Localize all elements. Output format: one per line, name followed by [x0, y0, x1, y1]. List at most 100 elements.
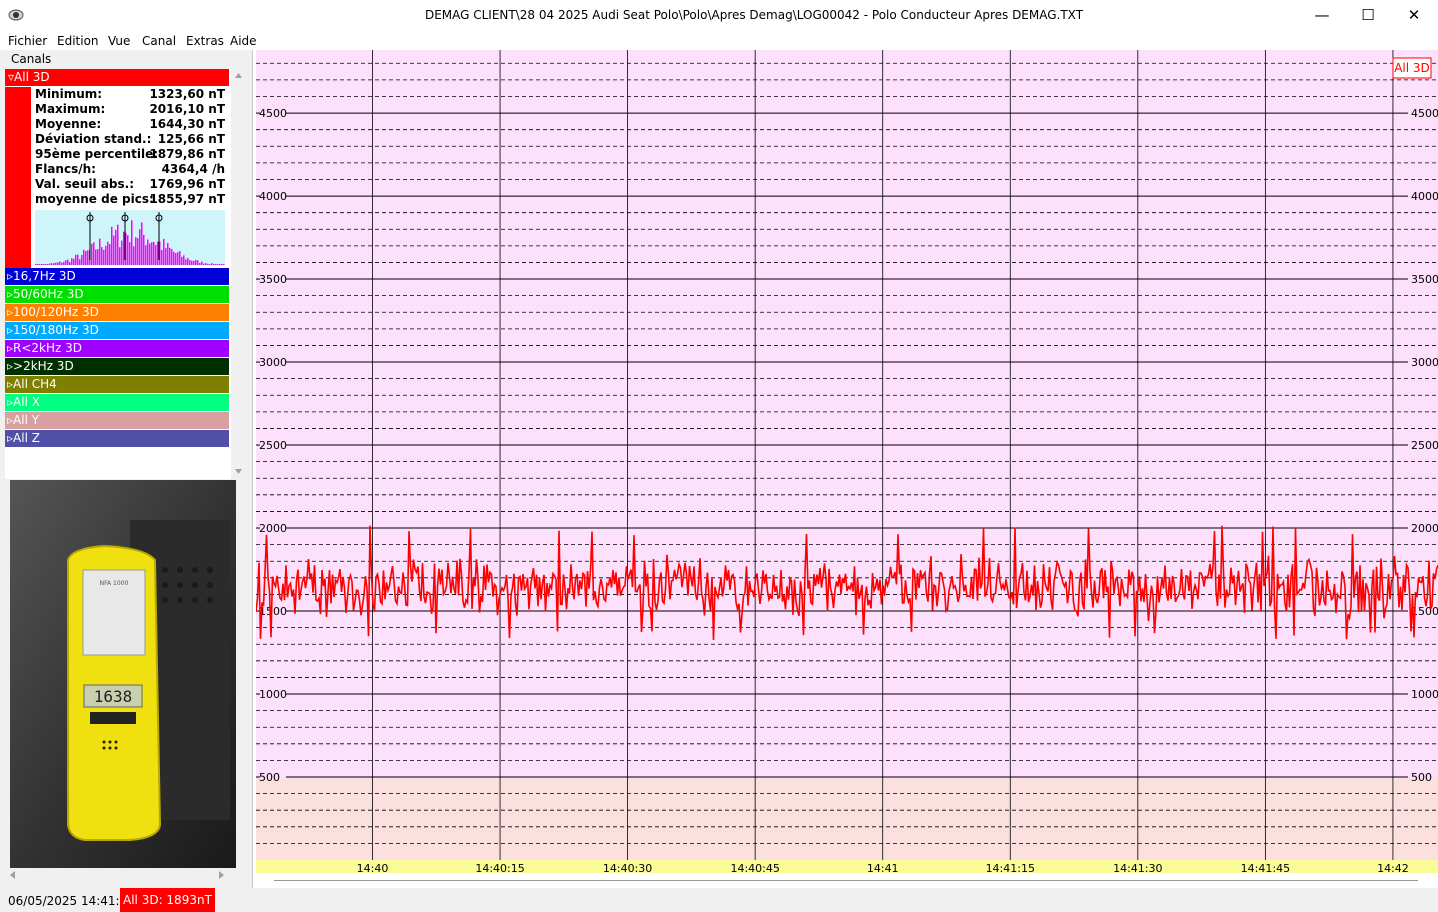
- window-title: DEMAG CLIENT\28 04 2025 Audi Seat Polo\P…: [424, 8, 1084, 22]
- histogram-bar: [195, 259, 197, 265]
- stat-label: Maximum:: [35, 102, 106, 116]
- menu-canal[interactable]: Canal: [142, 34, 176, 48]
- histogram-bar: [149, 243, 151, 265]
- title-bar: DEMAG CLIENT\28 04 2025 Audi Seat Polo\P…: [0, 0, 1438, 31]
- channel-all-3d-expanded[interactable]: ▿All 3D: [5, 69, 229, 86]
- menu-edition[interactable]: Edition: [57, 34, 99, 48]
- histogram-bar: [169, 247, 171, 265]
- channel-row[interactable]: ▹All X: [5, 394, 229, 411]
- plot-area[interactable]: 500 500 1000 1000 1500 1500 2000 2000 2500 2500 30…: [255, 50, 1438, 875]
- stat-value: 125,66 nT: [157, 132, 225, 146]
- histogram-bar: [147, 239, 149, 265]
- histogram-bar: [205, 263, 207, 265]
- histogram-bar: [87, 250, 89, 265]
- histogram-bar: [121, 240, 123, 265]
- histogram-bar: [167, 242, 169, 265]
- histogram-bar: [67, 259, 69, 265]
- histogram-bar: [119, 247, 121, 265]
- time-series-chart[interactable]: 500 5001000 10001500 15002000 20002500 250030…: [255, 50, 1438, 875]
- scroll-arrows-icon: [235, 73, 242, 474]
- stat-value: 1769,96 nT: [149, 177, 225, 191]
- histogram-bar: [199, 263, 201, 265]
- minimize-button[interactable]: —: [1299, 0, 1345, 31]
- channel-row[interactable]: ▹100/120Hz 3D: [5, 304, 229, 321]
- histogram-bar: [141, 222, 143, 265]
- menu-aide[interactable]: Aide: [230, 34, 257, 48]
- y-tick-label-right: 3500: [1411, 273, 1438, 286]
- channel-row[interactable]: ▹150/180Hz 3D: [5, 322, 229, 339]
- stat-value: 1644,30 nT: [149, 117, 225, 131]
- meter-photo: NFA 1000 1638: [10, 480, 236, 868]
- histogram-bar: [215, 263, 217, 265]
- channel-stats: Minimum: 1323,60 nT Maximum: 2016,10 nT Moye…: [33, 87, 225, 207]
- histogram-bar: [127, 235, 129, 265]
- x-tick-label: 14:40:30: [603, 862, 652, 873]
- status-channel-value: All 3D: 1893nT: [120, 888, 215, 912]
- stat-row: moyenne de pics: 1855,97 nT: [33, 192, 225, 207]
- menu-bar: Fichier Edition Vue Canal Extras Aide: [0, 31, 1438, 50]
- histogram-bar: [51, 263, 53, 265]
- meter-photo-image: NFA 1000 1638: [10, 480, 236, 868]
- stat-row: Déviation stand.: 125,66 nT: [33, 132, 225, 147]
- channel-row[interactable]: ▹R<2kHz 3D: [5, 340, 229, 357]
- histogram-bar: [93, 242, 95, 265]
- histogram-bar: [63, 261, 65, 265]
- close-button[interactable]: ✕: [1391, 0, 1437, 31]
- histogram-bar: [161, 249, 163, 265]
- histogram-bar: [91, 243, 93, 265]
- y-tick-label-left: 1000: [259, 688, 287, 701]
- histogram-bar: [55, 262, 57, 265]
- channel-all-3d-label: All 3D: [14, 70, 50, 84]
- histogram-bar: [43, 264, 45, 265]
- channel-label: >2kHz 3D: [13, 359, 74, 373]
- panel-horizontal-scrollbar[interactable]: [5, 868, 245, 883]
- channel-row[interactable]: ▹All CH4: [5, 376, 229, 393]
- channel-color-bar: [5, 87, 31, 283]
- time-scrollbar[interactable]: [274, 880, 1418, 881]
- histogram-bar: [83, 249, 85, 265]
- histogram-bar: [211, 263, 213, 265]
- channel-row[interactable]: ▹All Z: [5, 430, 229, 447]
- stat-label: Minimum:: [35, 87, 103, 101]
- histogram-bar: [53, 263, 55, 265]
- menu-extras[interactable]: Extras: [186, 34, 224, 48]
- channel-label: 150/180Hz 3D: [13, 323, 99, 337]
- channel-row[interactable]: ▹>2kHz 3D: [5, 358, 229, 375]
- histogram-bar: [181, 256, 183, 265]
- histogram-bar: [105, 245, 107, 265]
- histogram-bar: [129, 242, 131, 265]
- channel-label: R<2kHz 3D: [13, 341, 83, 355]
- y-tick-label-left: 2500: [259, 439, 287, 452]
- x-tick-label: 14:41:15: [986, 862, 1035, 873]
- histogram-bar: [157, 241, 159, 265]
- maximize-button[interactable]: ☐: [1345, 0, 1391, 31]
- histogram-bar: [137, 238, 139, 265]
- histogram-bar: [179, 251, 181, 265]
- histogram-bar: [123, 231, 125, 265]
- histogram-bar: [109, 244, 111, 265]
- y-tick-label-right: 2500: [1411, 439, 1438, 452]
- x-tick-label: 14:41:30: [1113, 862, 1162, 873]
- histogram-bar: [85, 251, 87, 265]
- menu-vue[interactable]: Vue: [108, 34, 130, 48]
- plot-background-upper: [256, 50, 1438, 778]
- x-tick-label: 14:40:15: [475, 862, 524, 873]
- histogram-bar: [151, 242, 153, 265]
- histogram-bar: [217, 264, 219, 265]
- histogram-bar: [117, 224, 119, 265]
- meter-display-value: 1638: [94, 687, 133, 706]
- histogram-bar: [177, 252, 179, 265]
- histogram-bar: [175, 253, 177, 265]
- channel-row[interactable]: ▹50/60Hz 3D: [5, 286, 229, 303]
- histogram-bar: [79, 259, 81, 265]
- channel-row[interactable]: ▹16,7Hz 3D: [5, 268, 229, 285]
- histogram-bar: [35, 264, 37, 265]
- x-tick-label: 14:41: [867, 862, 899, 873]
- channel-label: All Y: [13, 413, 40, 427]
- y-tick-label-left: 4000: [259, 190, 287, 203]
- menu-fichier[interactable]: Fichier: [8, 34, 47, 48]
- channel-row[interactable]: ▹All Y: [5, 412, 229, 429]
- channel-tree-scrollbar[interactable]: [231, 69, 246, 479]
- histogram-bar: [139, 229, 141, 265]
- channel-label: All X: [13, 395, 40, 409]
